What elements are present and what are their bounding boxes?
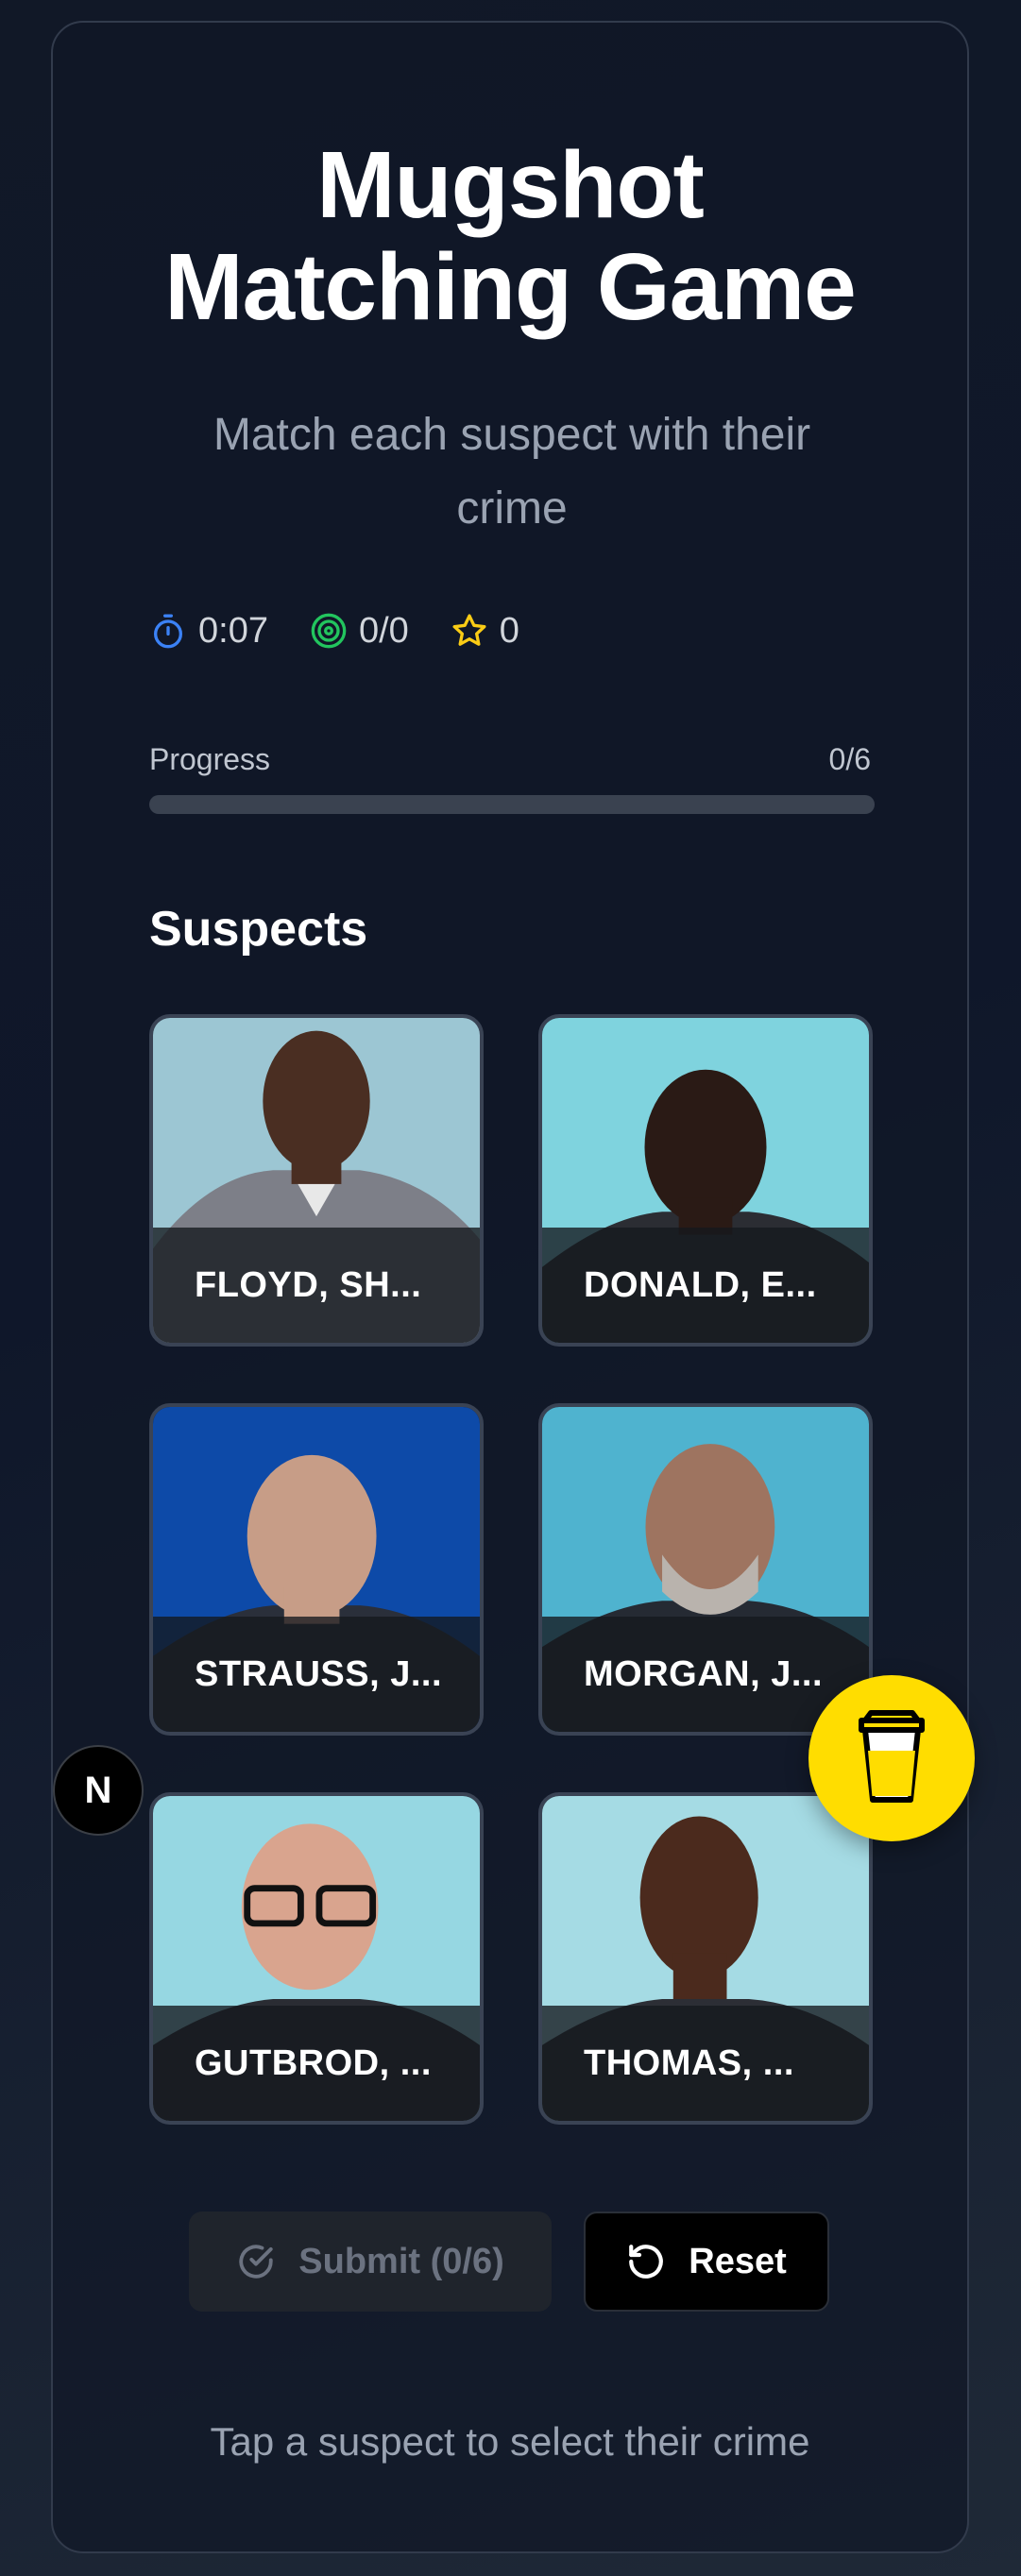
instruction-hint: Tap a suspect to select their crime <box>210 2419 810 2464</box>
suspect-card[interactable]: MORGAN, J... <box>538 1403 873 1736</box>
suspect-card[interactable]: DONALD, E... <box>538 1014 873 1347</box>
star-icon <box>452 614 486 646</box>
page-title: Mugshot Matching Game <box>53 134 967 338</box>
matches-value: 0/0 <box>358 610 409 651</box>
suspects-heading: Suspects <box>149 902 368 957</box>
game-card: Mugshot Matching Game Match each suspect… <box>51 21 969 2553</box>
suspect-card[interactable]: STRAUSS, J... <box>149 1403 484 1736</box>
timer-stat: 0:07 <box>149 611 268 652</box>
progress-label: Progress <box>149 742 271 776</box>
progress-count: 0/6 <box>828 742 871 776</box>
buy-me-a-coffee-button[interactable] <box>808 1675 975 1841</box>
matches-stat: 0/0 <box>310 611 409 652</box>
page-subtitle: Match each suspect with their crime <box>213 410 811 534</box>
stopwatch-icon <box>154 614 182 649</box>
score-stat: 0 <box>451 611 519 652</box>
suspect-name: DONALD, E... <box>542 1228 869 1343</box>
suspect-name: STRAUSS, J... <box>153 1617 480 1732</box>
title-line-2: Matching Game <box>164 234 857 340</box>
suspect-card[interactable]: GUTBROD, ... <box>149 1792 484 2125</box>
reset-button[interactable]: Reset <box>584 2212 829 2312</box>
reset-label: Reset <box>689 2241 787 2281</box>
stats-bar: 0:07 0/0 0 <box>149 604 561 657</box>
suspect-card[interactable]: FLOYD, SH... <box>149 1014 484 1347</box>
title-line-1: Mugshot <box>316 132 705 238</box>
suspect-name: GUTBROD, ... <box>153 2006 480 2121</box>
coffee-cup-icon <box>859 1710 925 1803</box>
submit-button[interactable]: Submit (0/6) <box>189 2212 552 2312</box>
submit-label: Submit (0/6) <box>298 2241 504 2281</box>
suspect-name: FLOYD, SH... <box>153 1228 480 1343</box>
progress-bar <box>149 795 875 814</box>
suspect-name: THOMAS, ... <box>542 2006 869 2121</box>
suspect-card[interactable]: THOMAS, ... <box>538 1792 873 2125</box>
check-circle-icon <box>239 2245 273 2279</box>
target-icon <box>311 613 347 649</box>
timer-value: 0:07 <box>198 610 268 651</box>
reset-icon <box>629 2245 664 2279</box>
nextjs-dev-badge[interactable]: N <box>53 1745 144 1836</box>
score-value: 0 <box>499 610 519 651</box>
